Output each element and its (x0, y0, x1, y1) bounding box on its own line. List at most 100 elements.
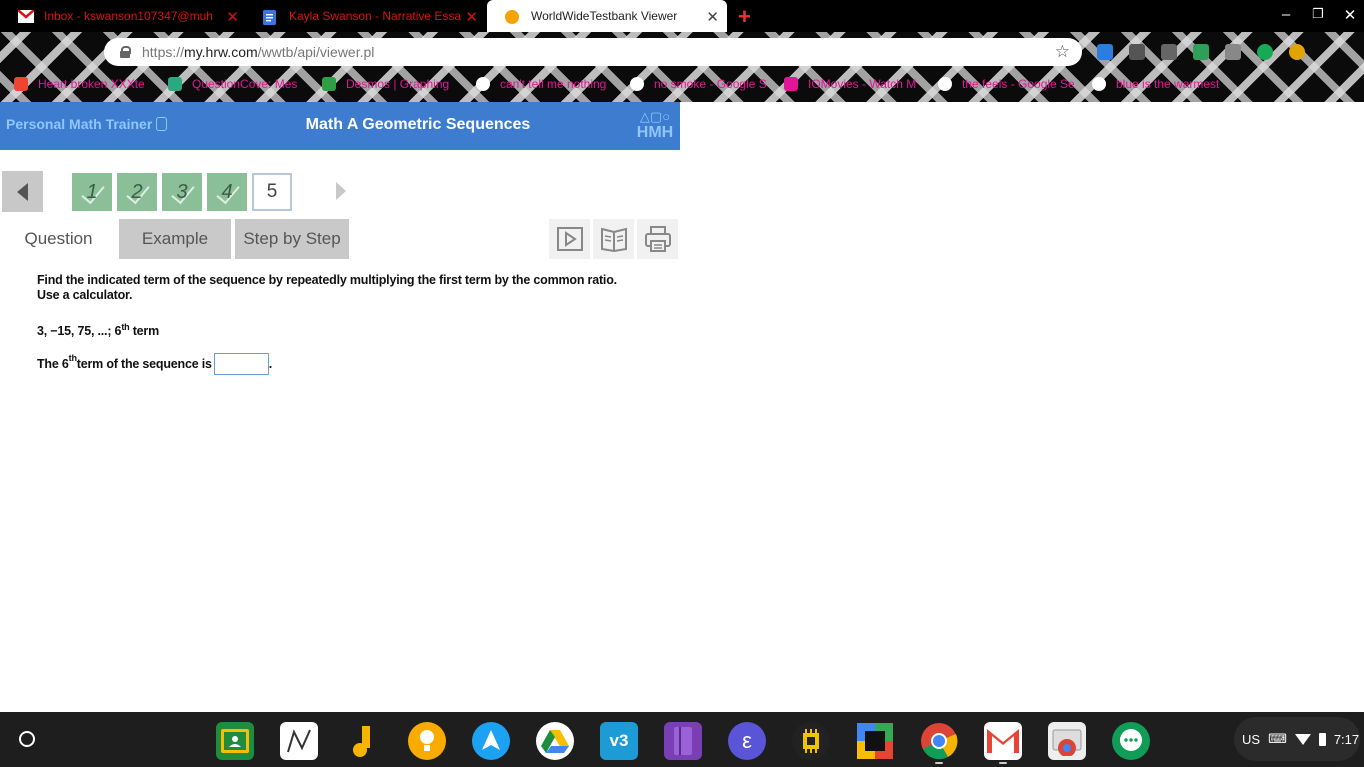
orange-circle-icon (505, 9, 521, 24)
grammarly-icon[interactable] (1257, 44, 1273, 60)
answer-input[interactable] (213, 353, 269, 375)
google-classroom-icon[interactable] (216, 722, 254, 760)
bookmark-item[interactable]: can't tell me nothing (476, 74, 606, 94)
bookmark-label: Desmos | Graphing (346, 77, 450, 91)
tab-essay[interactable]: Kayla Swanson - Narrative Essa ✕ (245, 0, 486, 32)
google-icon (938, 77, 952, 91)
v3-icon[interactable]: v3 (600, 722, 638, 760)
page-title: Math A Geometric Sequences (305, 116, 531, 133)
extension-icon[interactable] (1193, 44, 1209, 60)
bookmark-item[interactable]: IOMovies - Watch M (784, 74, 916, 94)
answer-suffix: . (268, 357, 273, 371)
bookmark-item[interactable]: no smoke - Google S (630, 74, 767, 94)
bookmark-label: Heart broken XXXte (38, 77, 145, 91)
address-bar[interactable]: https:// my.hrw.com /wwtb/api/viewer.pl … (104, 38, 1082, 66)
restore-icon[interactable]: ❐ (1308, 6, 1328, 22)
google-drive-icon[interactable] (536, 722, 574, 760)
chrome-remote-icon[interactable] (1048, 722, 1086, 760)
os-shelf: v3 ε US ⌨ 7:17 (0, 712, 1364, 767)
lock-icon (120, 46, 131, 58)
multicolor-square-icon[interactable] (856, 722, 894, 760)
sequence-line: 3, −15, 75, ...; 6th term (37, 320, 617, 339)
bookmark-item[interactable]: Heart broken XXXte (14, 74, 145, 94)
open-book-icon (600, 227, 627, 252)
bookmark-label: blue is the warmest (1116, 77, 1220, 91)
tab-question[interactable]: Question (0, 219, 117, 259)
chrome-icon[interactable] (920, 722, 958, 760)
hmh-logo: △▢○ HMH (634, 110, 676, 142)
open-book-button[interactable] (593, 219, 634, 259)
extension-icon[interactable] (1161, 44, 1177, 60)
vectr-icon[interactable] (472, 722, 510, 760)
play-video-button[interactable] (549, 219, 590, 259)
question-number-1[interactable]: 1 (72, 173, 112, 211)
close-window-icon[interactable]: ✕ (1340, 6, 1360, 24)
question-number-5[interactable]: 5 (252, 173, 292, 211)
tab-label: Kayla Swanson - Narrative Essa (289, 9, 462, 23)
minimize-icon[interactable]: – (1276, 6, 1296, 23)
question-number-label: 2 (131, 180, 143, 203)
iomovies-icon (784, 77, 798, 91)
tab-inbox[interactable]: Inbox - kswanson107347@muh ✕ (0, 0, 247, 32)
chip-icon[interactable] (792, 722, 830, 760)
ordinal-suffix: th (68, 353, 77, 363)
epic-icon[interactable]: ε (728, 722, 766, 760)
notebook-icon[interactable] (664, 722, 702, 760)
logo-word: HMH (636, 124, 674, 141)
extension-icon[interactable] (1225, 44, 1241, 60)
google-icon (1092, 77, 1106, 91)
wifi-icon (1294, 733, 1311, 745)
question-number-label: 5 (266, 181, 278, 202)
google-docs-icon (263, 9, 279, 25)
tab-testbank-viewer[interactable]: WorldWideTestbank Viewer ✕ (487, 0, 727, 32)
close-tab-icon[interactable]: ✕ (465, 8, 478, 26)
print-button[interactable] (637, 219, 678, 259)
question-number-2[interactable]: 2 (117, 173, 157, 211)
extension-icon[interactable] (1129, 44, 1145, 60)
google-icon (476, 77, 490, 91)
bookmark-item[interactable]: QuestionCove: Mes (168, 74, 297, 94)
url-host: my.hrw.com (184, 44, 258, 60)
bookmark-star-icon[interactable]: ☆ (1055, 42, 1070, 62)
previous-question-button[interactable] (2, 171, 43, 212)
close-tab-icon[interactable]: ✕ (706, 8, 719, 26)
tab-example[interactable]: Example (119, 219, 231, 259)
bookmark-label: QuestionCove: Mes (192, 77, 298, 91)
google-icon (630, 77, 644, 91)
logo-shapes: △▢○ (639, 109, 671, 124)
running-indicator (999, 762, 1007, 764)
hangouts-icon[interactable] (1112, 722, 1150, 760)
status-tray[interactable]: US ⌨ 7:17 (1234, 717, 1360, 761)
answer-middle: term of the sequence is (76, 357, 212, 371)
running-indicator (935, 762, 943, 764)
music-icon[interactable] (344, 722, 382, 760)
print-icon (644, 226, 671, 252)
bookmark-item[interactable]: Desmos | Graphing (322, 74, 449, 94)
battery-icon (1318, 732, 1326, 746)
tab-step-by-step[interactable]: Step by Step (235, 219, 349, 259)
bookmark-label: no smoke - Google S (654, 77, 767, 91)
clock: 7:17 (1333, 731, 1360, 747)
question-number-label: 4 (221, 180, 233, 203)
question-number-4[interactable]: 4 (207, 173, 247, 211)
new-tab-button[interactable]: + (738, 4, 751, 30)
bookmark-item[interactable]: the feels - Google Se (938, 74, 1075, 94)
instruction-line: Find the indicated term of the sequence … (37, 273, 617, 287)
bookmark-item[interactable]: blue is the warmest (1092, 74, 1219, 94)
v3-glyph: v3 (609, 731, 629, 750)
question-number-3[interactable]: 3 (162, 173, 202, 211)
desmos-app-icon[interactable] (280, 722, 318, 760)
bookmarks-bar: Heart broken XXXte QuestionCove: Mes Des… (0, 74, 1364, 94)
launcher-button[interactable] (9, 721, 45, 757)
profile-avatar-icon[interactable] (1289, 44, 1305, 60)
sequence-suffix: term (129, 324, 160, 339)
next-question-button[interactable] (336, 182, 346, 200)
gmail-app-icon[interactable] (984, 722, 1022, 760)
url-path: /wwtb/api/viewer.pl (257, 44, 375, 60)
locale-label: US (1242, 731, 1261, 747)
keep-icon[interactable] (408, 722, 446, 760)
app-header: Personal Math Trainer Math A Geometric S… (0, 102, 680, 150)
launcher-icon (19, 731, 35, 747)
extension-icon[interactable] (1097, 44, 1113, 60)
close-tab-icon[interactable]: ✕ (226, 8, 239, 26)
